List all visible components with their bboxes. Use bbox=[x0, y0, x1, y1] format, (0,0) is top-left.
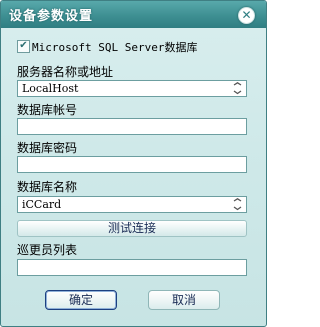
sqlserver-checkbox-label: Microsoft SQL Server数据库 bbox=[32, 41, 198, 54]
ok-label: 确定 bbox=[68, 293, 93, 307]
password-field[interactable] bbox=[17, 156, 247, 176]
title-bar[interactable]: 设备参数设置 ✕ bbox=[1, 1, 266, 28]
test-connection-button[interactable]: 测试连接 bbox=[17, 220, 247, 237]
patrol-input[interactable] bbox=[18, 264, 246, 279]
database-select[interactable]: iCCard bbox=[17, 196, 247, 213]
close-button[interactable]: ✕ bbox=[238, 7, 255, 24]
server-select[interactable]: LocalHost bbox=[17, 80, 247, 97]
server-label: 服务器名称或地址 bbox=[17, 65, 114, 79]
account-label: 数据库帐号 bbox=[17, 103, 78, 117]
password-label: 数据库密码 bbox=[17, 141, 78, 155]
account-input[interactable] bbox=[18, 123, 246, 138]
server-value: LocalHost bbox=[22, 82, 79, 95]
dialog-window: 设备参数设置 ✕ ✔ Microsoft SQL Server数据库 服务器名称… bbox=[0, 0, 267, 327]
database-label: 数据库名称 bbox=[17, 180, 78, 194]
cancel-button[interactable]: 取消 bbox=[148, 290, 220, 310]
patrol-label: 巡更员列表 bbox=[17, 243, 78, 257]
database-value: iCCard bbox=[22, 198, 62, 211]
password-input[interactable] bbox=[18, 161, 246, 176]
account-field[interactable] bbox=[17, 118, 247, 138]
chevron-down-icon bbox=[233, 198, 242, 211]
check-icon: ✔ bbox=[19, 40, 28, 51]
cancel-label: 取消 bbox=[171, 293, 196, 307]
sqlserver-checkbox[interactable]: ✔ bbox=[17, 40, 30, 53]
test-connection-label: 测试连接 bbox=[107, 221, 156, 235]
patrol-field[interactable] bbox=[17, 259, 247, 279]
close-icon: ✕ bbox=[241, 8, 252, 22]
window-title: 设备参数设置 bbox=[9, 9, 94, 24]
ok-button[interactable]: 确定 bbox=[45, 290, 117, 310]
chevron-down-icon bbox=[233, 82, 242, 95]
